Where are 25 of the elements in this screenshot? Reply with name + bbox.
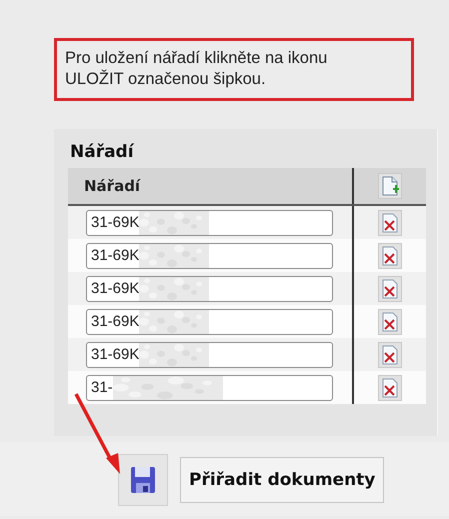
delete-document-icon (381, 312, 399, 332)
panel-title: Nářadí (70, 142, 134, 162)
delete-document-icon (381, 246, 399, 266)
delete-document-icon (381, 212, 399, 232)
delete-row-button[interactable] (378, 276, 402, 302)
tool-input-field[interactable]: 31-69K (86, 242, 333, 268)
save-button[interactable] (118, 454, 168, 506)
delete-row-button[interactable] (378, 242, 402, 268)
add-row-button[interactable] (378, 173, 402, 199)
delete-document-icon (381, 344, 399, 364)
delete-row-button[interactable] (378, 210, 402, 236)
tool-input-field[interactable]: 31- (86, 374, 333, 400)
delete-row-button[interactable] (378, 374, 402, 400)
tool-input-field[interactable]: 31-69K (86, 308, 333, 334)
add-document-icon (381, 176, 399, 196)
delete-document-icon (381, 378, 399, 398)
delete-row-button[interactable] (378, 308, 402, 334)
tool-input-field[interactable]: 31-69K (86, 276, 333, 302)
tool-input-field[interactable]: 31-69K (86, 210, 333, 236)
tool-input-field[interactable]: 31-69K (86, 342, 333, 368)
assign-documents-button[interactable]: Přiřadit dokumenty (180, 457, 384, 503)
delete-document-icon (381, 278, 399, 298)
delete-row-button[interactable] (378, 342, 402, 368)
instruction-notice: Pro uložení nářadí klikněte na ikonu ULOŽIT označenou šipkou. (54, 38, 414, 101)
column-header: Nářadí (68, 168, 353, 205)
